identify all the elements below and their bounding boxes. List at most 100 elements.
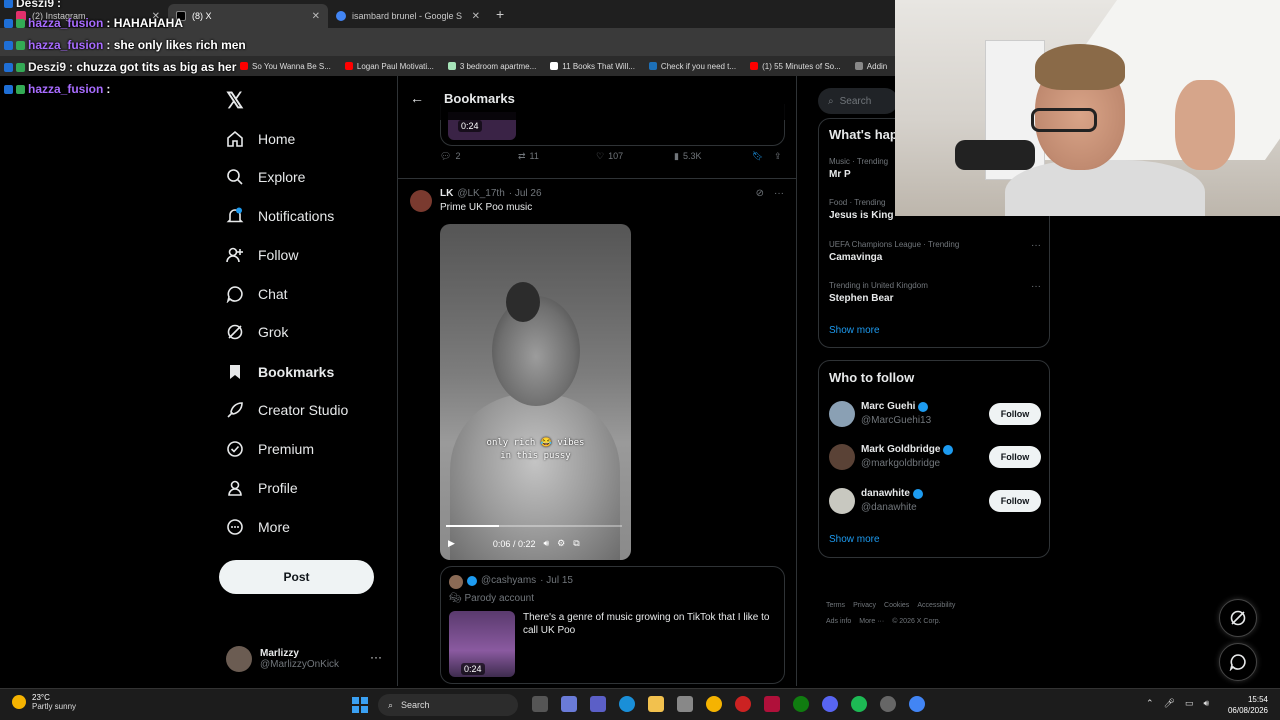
nav-grok[interactable]: Grok [226,320,288,344]
trend-item[interactable]: Trending in United Kingdom Stephen Bear ··… [829,281,1041,304]
xbox-icon[interactable] [793,696,809,712]
follow-suggestion[interactable]: Marc Guehi @MarcGuehi13 Follow [829,399,1041,429]
nav-chat[interactable]: Chat [226,282,288,306]
opera-icon[interactable] [735,696,751,712]
steam-icon[interactable] [880,696,896,712]
pip-icon[interactable]: ⧉ [573,538,579,549]
volume-icon[interactable]: 🔊︎ [543,538,549,549]
more-icon[interactable]: ··· [1031,240,1041,251]
bookmark-button[interactable]: 🔖︎ [752,151,763,162]
more-icon[interactable]: ··· [1031,281,1041,292]
video-frame [506,282,540,322]
nav-follow[interactable]: Follow [226,243,298,267]
new-tab-button[interactable]: + [496,6,504,22]
back-arrow-icon[interactable]: ← [410,90,424,106]
footer-link[interactable]: Cookies [884,602,909,609]
follow-button[interactable]: Follow [989,446,1041,468]
footer-link[interactable]: Privacy [853,602,876,609]
store-icon[interactable] [677,696,693,712]
search-input[interactable]: ⌕ Search [818,88,898,114]
footer-link[interactable]: Accessibility [917,602,955,609]
bookmark-item[interactable]: Logan Paul Motivati... [344,62,434,71]
spotify-icon[interactable] [851,696,867,712]
grok-icon[interactable]: ⊘ [756,188,764,199]
nav-explore[interactable]: Explore [226,165,305,189]
nav-creator-studio[interactable]: Creator Studio [226,398,348,422]
bell-icon [226,207,244,225]
quoted-handle: @cashyams [481,575,537,586]
edge-icon[interactable] [619,696,635,712]
bookmark-item[interactable]: Check if you need t... [648,62,736,71]
premium-icon [226,440,244,458]
app-icon[interactable] [706,696,722,712]
webcam-person [1031,108,1097,132]
close-icon[interactable]: ✕ [312,11,320,22]
nav-premium[interactable]: Premium [226,437,314,461]
person-name: danawhite [861,488,910,499]
badge-icon [4,40,13,50]
nav-notifications[interactable]: Notifications [226,204,334,228]
settings-icon[interactable]: ⚙ [557,538,565,549]
trend-item[interactable]: UEFA Champions League · Trending Camaving… [829,240,1041,263]
share-button[interactable]: ⇪ [774,151,782,162]
bookmark-item[interactable]: (1) 55 Minutes of So... [750,62,841,71]
bookmark-item[interactable]: Addin [854,62,887,71]
copyright: © 2026 X Corp. [892,618,941,625]
start-button[interactable] [352,697,368,713]
acrobat-icon[interactable] [764,696,780,712]
taskbar-search[interactable]: ⌕ Search [378,694,518,716]
file-explorer-icon[interactable] [648,696,664,712]
copilot-icon[interactable] [561,696,577,712]
close-icon[interactable]: ✕ [472,11,480,22]
like-button[interactable]: ♡ 107 [596,151,623,162]
x-logo-icon[interactable]: 𝕏 [226,88,246,113]
bookmark-item[interactable]: 11 Books That Will... [550,62,635,71]
grok-button[interactable] [1219,599,1257,637]
clock[interactable]: 15:54 06/08/2026 [1228,694,1268,716]
footer-link[interactable]: More ··· [859,618,884,625]
reply-button[interactable]: 💬︎ 2 [440,151,460,162]
nav-home[interactable]: Home [226,127,295,151]
avatar[interactable] [410,190,432,212]
quoted-tweet-card[interactable]: @cashyams · Jul 15 🎭︎ Parody account 0:2… [440,566,785,684]
task-view-icon[interactable] [532,696,548,712]
follow-button[interactable]: Follow [989,490,1041,512]
teams-icon[interactable] [590,696,606,712]
mic-icon[interactable]: 🎤︎ [1164,698,1175,709]
nav-profile[interactable]: Profile [226,476,298,500]
author-handle[interactable]: @LK_17th [457,188,504,199]
follow-suggestion[interactable]: danawhite @danawhite Follow [829,486,1041,516]
weather-widget[interactable]: 23°C Partly sunny [12,693,76,711]
tab-google[interactable]: isambard brunel - Google Search✕ [328,4,488,28]
volume-icon[interactable]: 🔊︎ [1204,698,1210,709]
messages-button[interactable] [1219,643,1257,681]
footer-link[interactable]: Ads info [826,618,851,625]
more-icon[interactable]: ··· [774,188,784,199]
views-button[interactable]: ▮ 5.3K [674,151,701,162]
follow-suggestion[interactable]: Mark Goldbridge @markgoldbridge Follow [829,442,1041,472]
nav-more[interactable]: More [226,515,290,539]
account-switcher[interactable]: Marlizzy @MarlizzyOnKick ··· [226,644,386,674]
chrome-icon[interactable] [909,696,925,712]
nav-bookmarks[interactable]: Bookmarks [226,360,334,384]
tab-x[interactable]: (8) X ✕ [168,4,328,28]
post-button[interactable]: Post [219,560,374,594]
tweet-date[interactable]: · Jul 26 [509,188,542,199]
show-more-link[interactable]: Show more [829,534,880,545]
discord-icon[interactable] [822,696,838,712]
play-icon[interactable]: ▶ [448,538,455,549]
monitor-icon[interactable]: ▭ [1185,698,1194,709]
repost-button[interactable]: ⇄ 11 [518,151,539,162]
bookmarks-timeline[interactable]: 0:24 ← Bookmarks 💬︎ 2 ⇄ 11 ♡ 107 ▮ 5.3K 🔖︎ ⇪… [397,76,797,686]
video-progress-bar[interactable] [446,525,622,527]
author-name[interactable]: LK [440,188,453,199]
show-more-link[interactable]: Show more [829,325,880,336]
video-player[interactable]: only rich 😂 vibes in this pussy ▶ 0:06 /… [440,224,631,560]
more-icon[interactable]: ··· [370,650,382,664]
footer-link[interactable]: Terms [826,602,845,609]
chevron-up-icon[interactable]: ⌃ [1146,698,1154,709]
follow-button[interactable]: Follow [989,403,1041,425]
bookmark-item[interactable]: So You Wanna Be S... [240,62,331,71]
bookmark-item[interactable]: 3 bedroom apartme... [447,62,536,71]
trends-title: What's hap [829,127,898,142]
